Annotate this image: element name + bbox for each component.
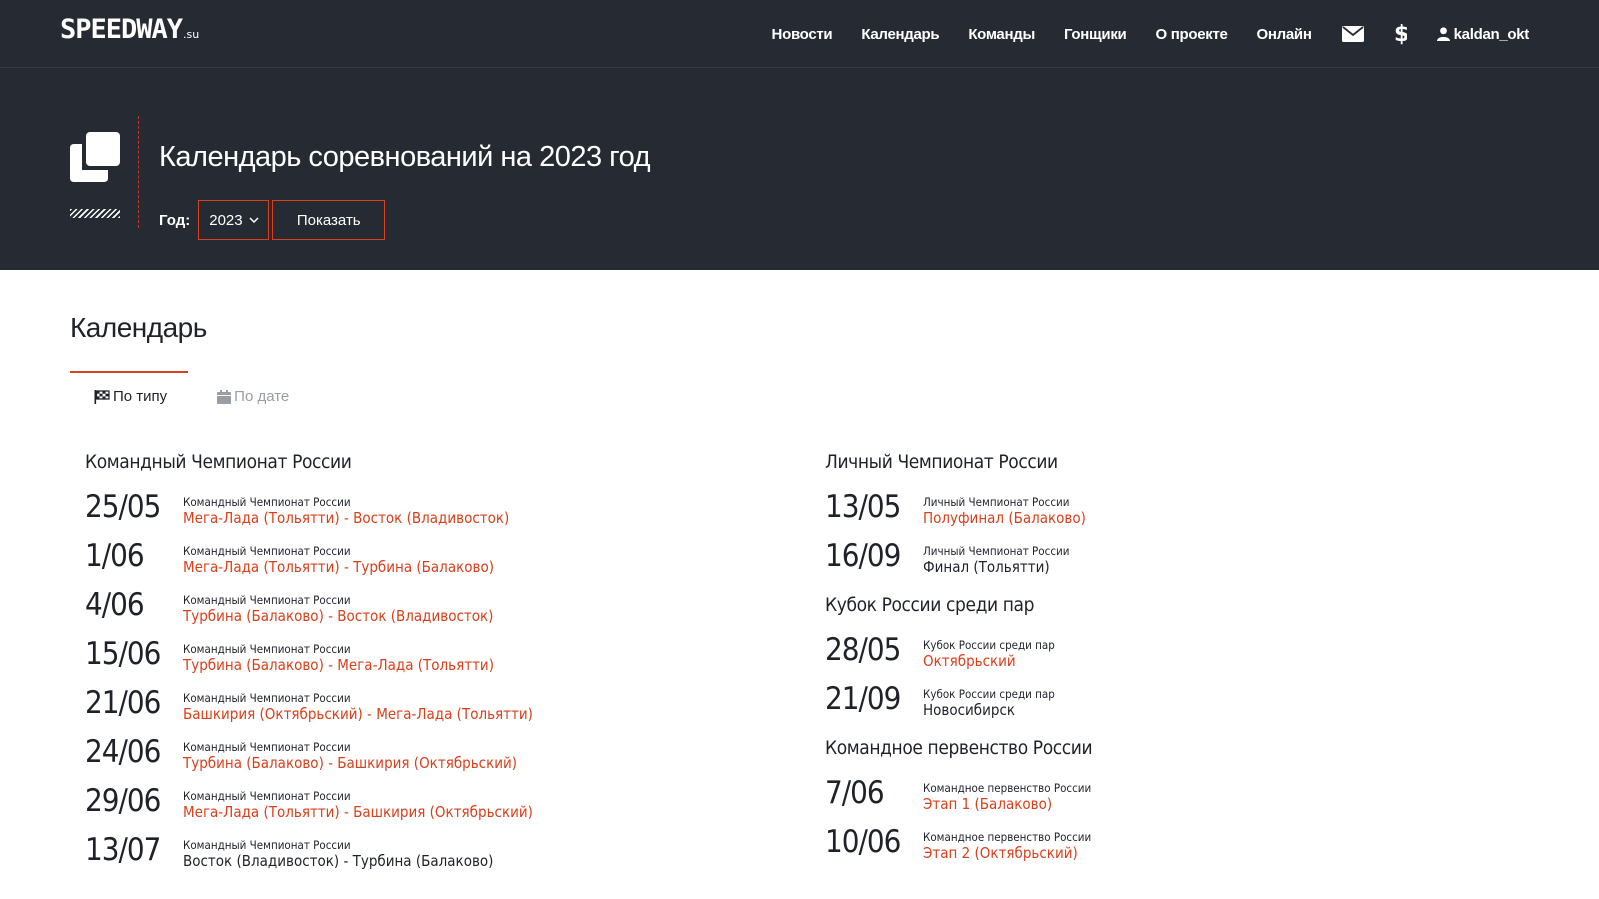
group-title: Личный Чемпионат России bbox=[825, 451, 1058, 473]
envelope-icon[interactable] bbox=[1341, 26, 1364, 42]
event-date: 13/05 bbox=[825, 489, 901, 525]
year-select[interactable]: 2023 bbox=[198, 200, 270, 240]
group-title: Кубок России среди пар bbox=[825, 594, 1035, 616]
section-underline bbox=[70, 371, 188, 373]
tab-by-type-label: По типу bbox=[113, 388, 168, 405]
event-row: 16/09 Личный Чемпионат России Финал (Толь… bbox=[825, 539, 1385, 594]
event-date: 15/06 bbox=[85, 636, 161, 672]
event-date: 29/06 bbox=[85, 783, 161, 819]
event-category: Командный Чемпионат России bbox=[183, 495, 351, 509]
event-category: Личный Чемпионат России bbox=[923, 495, 1070, 509]
nav-online[interactable]: Онлайн bbox=[1257, 26, 1312, 43]
tab-by-type[interactable]: По типу bbox=[94, 388, 167, 405]
event-date: 28/05 bbox=[825, 632, 901, 668]
event-category: Командное первенство России bbox=[923, 781, 1092, 795]
year-value: 2023 bbox=[209, 211, 243, 229]
nav-teams[interactable]: Команды bbox=[968, 26, 1035, 43]
event-category: Личный Чемпионат России bbox=[923, 544, 1070, 558]
event-row: 4/06 Командный Чемпионат России Турбина (… bbox=[85, 588, 645, 643]
event-link[interactable]: Этап 2 (Октябрьский) bbox=[923, 844, 1091, 862]
event-date: 7/06 bbox=[825, 775, 885, 811]
user-menu[interactable]: kaldan_okt bbox=[1436, 25, 1530, 43]
nav-about[interactable]: О проекте bbox=[1155, 26, 1227, 43]
hero-divider bbox=[138, 116, 139, 228]
event-category: Командное первенство России bbox=[923, 830, 1092, 844]
chevron-down-icon bbox=[249, 217, 259, 223]
event-date: 13/07 bbox=[85, 832, 161, 868]
event-date: 21/06 bbox=[85, 685, 161, 721]
event-row: 25/05 Командный Чемпионат России Мега-Лад… bbox=[85, 490, 645, 545]
event-name: Финал (Тольятти) bbox=[923, 558, 1050, 576]
dollar-icon[interactable]: $ bbox=[1394, 23, 1407, 45]
event-category: Командный Чемпионат России bbox=[183, 838, 351, 852]
event-link[interactable]: Полуфинал (Балаково) bbox=[923, 509, 1086, 527]
event-row: 29/06 Командный Чемпионат России Мега-Лад… bbox=[85, 784, 645, 839]
main-menu: Новости Календарь Команды Гонщики О прое… bbox=[743, 0, 1530, 68]
clone-icon bbox=[70, 132, 120, 187]
event-row: 13/07 Командный Чемпионат России Восток (… bbox=[85, 833, 645, 888]
event-row: 1/06 Командный Чемпионат России Мега-Лада… bbox=[85, 539, 645, 594]
event-link[interactable]: Октябрьский bbox=[923, 652, 1055, 670]
page-title: Календарь соревнований на 2023 год bbox=[159, 141, 651, 173]
event-name: Новосибирск bbox=[923, 701, 1016, 719]
event-link[interactable]: Турбина (Балаково) - Восток (Владивосток… bbox=[183, 607, 493, 625]
event-row: 28/05 Кубок России среди пар Октябрьский bbox=[825, 633, 1385, 688]
event-date: 10/06 bbox=[825, 824, 901, 860]
checkered-flag-icon bbox=[94, 389, 110, 404]
event-link[interactable]: Мега-Лада (Тольятти) - Турбина (Балаково… bbox=[183, 558, 494, 576]
event-row: 7/06 Командное первенство России Этап 1 (… bbox=[825, 776, 1385, 831]
site-logo[interactable]: SPEEDWAY.su bbox=[60, 14, 199, 45]
event-link[interactable]: Турбина (Балаково) - Мега-Лада (Тольятти… bbox=[183, 656, 494, 674]
year-label: Год: bbox=[159, 211, 191, 229]
event-name: Восток (Владивосток) - Турбина (Балаково… bbox=[183, 852, 494, 870]
group-title: Командный Чемпионат России bbox=[85, 451, 352, 473]
event-category: Командный Чемпионат России bbox=[183, 691, 351, 705]
event-category: Командный Чемпионат России bbox=[183, 593, 351, 607]
event-row: 21/06 Командный Чемпионат России Башкирия… bbox=[85, 686, 645, 741]
event-date: 24/06 bbox=[85, 734, 161, 770]
decorative-stripes bbox=[70, 209, 120, 218]
event-date: 21/09 bbox=[825, 681, 901, 717]
event-link[interactable]: Башкирия (Октябрьский) - Мега-Лада (Толь… bbox=[183, 705, 533, 723]
event-category: Командный Чемпионат России bbox=[183, 740, 351, 754]
event-link[interactable]: Мега-Лада (Тольятти) - Башкирия (Октябрь… bbox=[183, 803, 533, 821]
logo-text: SPEEDWAY bbox=[60, 14, 183, 45]
nav-news[interactable]: Новости bbox=[772, 26, 833, 43]
event-date: 1/06 bbox=[85, 538, 145, 574]
event-row: 10/06 Командное первенство России Этап 2 … bbox=[825, 825, 1385, 880]
event-category: Кубок России среди пар bbox=[923, 687, 1055, 701]
calendar-column-right: Личный Чемпионат России 13/05 Личный Чем… bbox=[825, 449, 1385, 880]
event-date: 4/06 bbox=[85, 587, 145, 623]
section-title: Календарь bbox=[70, 312, 207, 343]
event-category: Командный Чемпионат России bbox=[183, 789, 351, 803]
user-icon bbox=[1436, 27, 1450, 41]
event-date: 25/05 bbox=[85, 489, 161, 525]
show-button[interactable]: Показать bbox=[272, 200, 386, 240]
event-row: 13/05 Личный Чемпионат России Полуфинал (… bbox=[825, 490, 1385, 545]
calendar-tabs: По типу По дате bbox=[94, 388, 289, 405]
svg-text:$: $ bbox=[1394, 23, 1407, 45]
event-row: 21/09 Кубок России среди пар Новосибирск bbox=[825, 682, 1385, 737]
page-header: Календарь соревнований на 2023 год Год: … bbox=[0, 68, 1599, 270]
username: kaldan_okt bbox=[1453, 25, 1530, 43]
event-category: Кубок России среди пар bbox=[923, 638, 1055, 652]
event-link[interactable]: Мега-Лада (Тольятти) - Восток (Владивост… bbox=[183, 509, 509, 527]
event-category: Командный Чемпионат России bbox=[183, 544, 351, 558]
event-date: 16/09 bbox=[825, 538, 901, 574]
event-link[interactable]: Турбина (Балаково) - Башкирия (Октябрьск… bbox=[183, 754, 517, 772]
tab-by-date-label: По дате bbox=[234, 388, 290, 405]
year-filter-form: Год: 2023 Показать bbox=[159, 200, 386, 240]
event-category: Командный Чемпионат России bbox=[183, 642, 351, 656]
nav-calendar[interactable]: Календарь bbox=[861, 26, 939, 43]
event-link[interactable]: Этап 1 (Балаково) bbox=[923, 795, 1091, 813]
event-row: 24/06 Командный Чемпионат России Турбина … bbox=[85, 735, 645, 790]
nav-riders[interactable]: Гонщики bbox=[1064, 26, 1127, 43]
calendar-column-left: Командный Чемпионат России 25/05 Командн… bbox=[85, 449, 645, 888]
event-row: 15/06 Командный Чемпионат России Турбина … bbox=[85, 637, 645, 692]
tab-by-date[interactable]: По дате bbox=[217, 388, 289, 405]
logo-domain: .su bbox=[183, 28, 200, 41]
calendar-icon bbox=[217, 389, 232, 404]
group-title: Командное первенство России bbox=[825, 737, 1093, 759]
top-navbar: SPEEDWAY.su Новости Календарь Команды Го… bbox=[0, 0, 1599, 68]
